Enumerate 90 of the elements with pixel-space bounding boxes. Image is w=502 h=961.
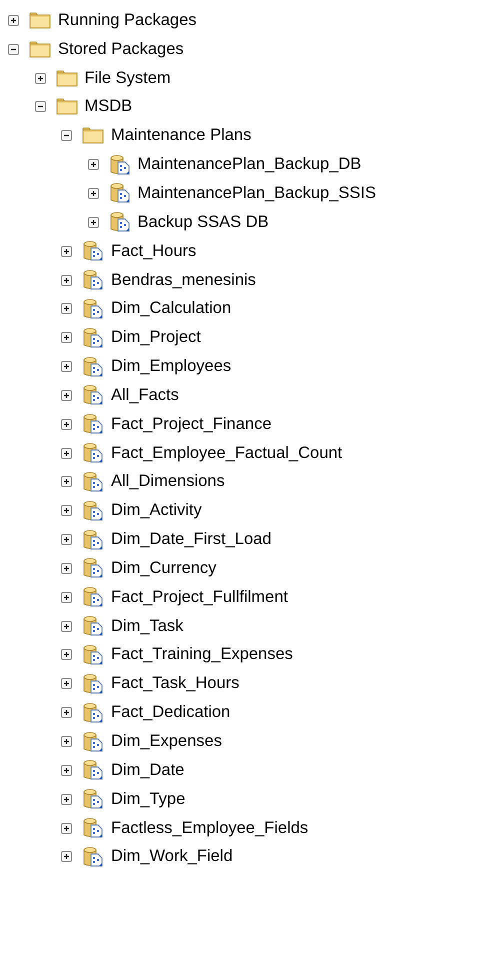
tree-item[interactable]: All_Facts xyxy=(110,386,180,405)
package-icon xyxy=(82,356,104,378)
expand-icon[interactable] xyxy=(61,303,72,314)
tree-item[interactable]: Backup SSAS DB xyxy=(136,212,270,232)
tree-item[interactable]: Factless_Employee_Fields xyxy=(110,818,310,838)
package-icon xyxy=(82,759,104,782)
tree-item[interactable]: Bendras_menesinis xyxy=(110,270,257,290)
tree-item[interactable]: Fact_Project_Finance xyxy=(110,414,272,434)
tree-item[interactable]: Dim_Task xyxy=(110,616,184,636)
expand-icon[interactable] xyxy=(61,707,72,718)
package-icon xyxy=(82,788,104,810)
expand-icon[interactable] xyxy=(61,534,72,546)
expand-icon[interactable] xyxy=(8,14,19,26)
tree-item[interactable]: Fact_Training_Expenses xyxy=(110,645,294,664)
tree-item[interactable]: MaintenancePlan_Backup_DB xyxy=(136,155,362,174)
folder-icon xyxy=(29,40,51,58)
expand-icon[interactable] xyxy=(61,274,72,286)
package-icon xyxy=(82,442,104,464)
package-icon xyxy=(82,817,104,840)
package-icon xyxy=(82,615,104,638)
expand-icon[interactable] xyxy=(34,72,46,84)
expand-icon[interactable] xyxy=(61,736,72,748)
package-icon xyxy=(82,672,104,695)
expand-icon[interactable] xyxy=(61,851,72,862)
package-icon xyxy=(82,500,104,522)
expand-icon[interactable] xyxy=(61,418,72,430)
expand-icon[interactable] xyxy=(61,361,72,372)
expand-icon[interactable] xyxy=(61,764,72,776)
tree-item[interactable]: Fact_Project_Fullfilment xyxy=(110,588,289,607)
expand-icon[interactable] xyxy=(61,390,72,401)
tree-item[interactable]: Running Packages xyxy=(57,10,198,30)
expand-icon[interactable] xyxy=(61,562,72,574)
tree-item[interactable]: Dim_Calculation xyxy=(110,299,232,318)
package-icon xyxy=(108,182,130,204)
tree-item[interactable]: File System xyxy=(84,68,172,88)
tree-item[interactable]: Dim_Work_Field xyxy=(110,847,234,866)
package-icon xyxy=(82,586,104,608)
tree-item[interactable]: Dim_Activity xyxy=(110,501,203,520)
expand-icon[interactable] xyxy=(61,592,72,603)
tree-item[interactable]: Maintenance Plans xyxy=(110,126,252,146)
package-icon xyxy=(108,154,130,176)
tree-item[interactable]: Fact_Hours xyxy=(110,242,198,261)
tree-item[interactable]: Dim_Date xyxy=(110,760,186,780)
collapse-icon[interactable] xyxy=(8,44,19,55)
package-icon xyxy=(82,702,104,724)
tree-item[interactable]: Fact_Dedication xyxy=(110,703,232,722)
tree-item[interactable]: Dim_Currency xyxy=(110,558,218,578)
expand-icon[interactable] xyxy=(88,159,98,170)
folder-icon xyxy=(56,70,78,87)
package-icon xyxy=(82,644,104,666)
package-icon xyxy=(82,269,104,292)
expand-icon[interactable] xyxy=(61,246,72,257)
package-icon xyxy=(82,326,104,349)
collapse-icon[interactable] xyxy=(34,101,46,112)
expand-icon[interactable] xyxy=(61,505,72,516)
package-icon xyxy=(82,298,104,320)
package-icon xyxy=(82,846,104,868)
expand-icon[interactable] xyxy=(61,476,72,488)
tree-item[interactable]: MSDB xyxy=(84,97,134,116)
package-icon xyxy=(82,470,104,493)
package-icon xyxy=(82,384,104,406)
expand-icon[interactable] xyxy=(88,188,98,199)
tree-item[interactable]: Dim_Type xyxy=(110,790,186,809)
tree-item[interactable]: All_Dimensions xyxy=(110,472,226,492)
tree-item[interactable]: Fact_Employee_Factual_Count xyxy=(110,444,344,463)
expand-icon[interactable] xyxy=(61,620,72,632)
expand-icon[interactable] xyxy=(88,216,98,228)
expand-icon[interactable] xyxy=(61,822,72,834)
tree-item[interactable]: MaintenancePlan_Backup_SSIS xyxy=(136,184,377,203)
tree-item[interactable]: Dim_Expenses xyxy=(110,732,223,752)
tree-item[interactable]: Dim_Project xyxy=(110,328,202,348)
folder-icon xyxy=(29,12,51,29)
tree-item[interactable]: Dim_Date_First_Load xyxy=(110,530,272,550)
package-icon xyxy=(108,211,130,234)
tree-item[interactable]: Fact_Task_Hours xyxy=(110,674,240,694)
package-icon xyxy=(82,413,104,436)
package-icon xyxy=(82,240,104,262)
folder-icon xyxy=(56,98,78,116)
collapse-icon[interactable] xyxy=(61,130,72,142)
folder-icon xyxy=(82,127,104,144)
tree-item[interactable]: Dim_Employees xyxy=(110,357,232,376)
expand-icon[interactable] xyxy=(61,332,72,344)
package-icon xyxy=(82,557,104,580)
package-icon xyxy=(82,528,104,551)
package-icon xyxy=(82,730,104,753)
expand-icon[interactable] xyxy=(61,794,72,805)
expand-icon[interactable] xyxy=(61,448,72,459)
expand-icon[interactable] xyxy=(61,649,72,660)
expand-icon[interactable] xyxy=(61,678,72,690)
tree-item[interactable]: Stored Packages xyxy=(57,40,185,59)
